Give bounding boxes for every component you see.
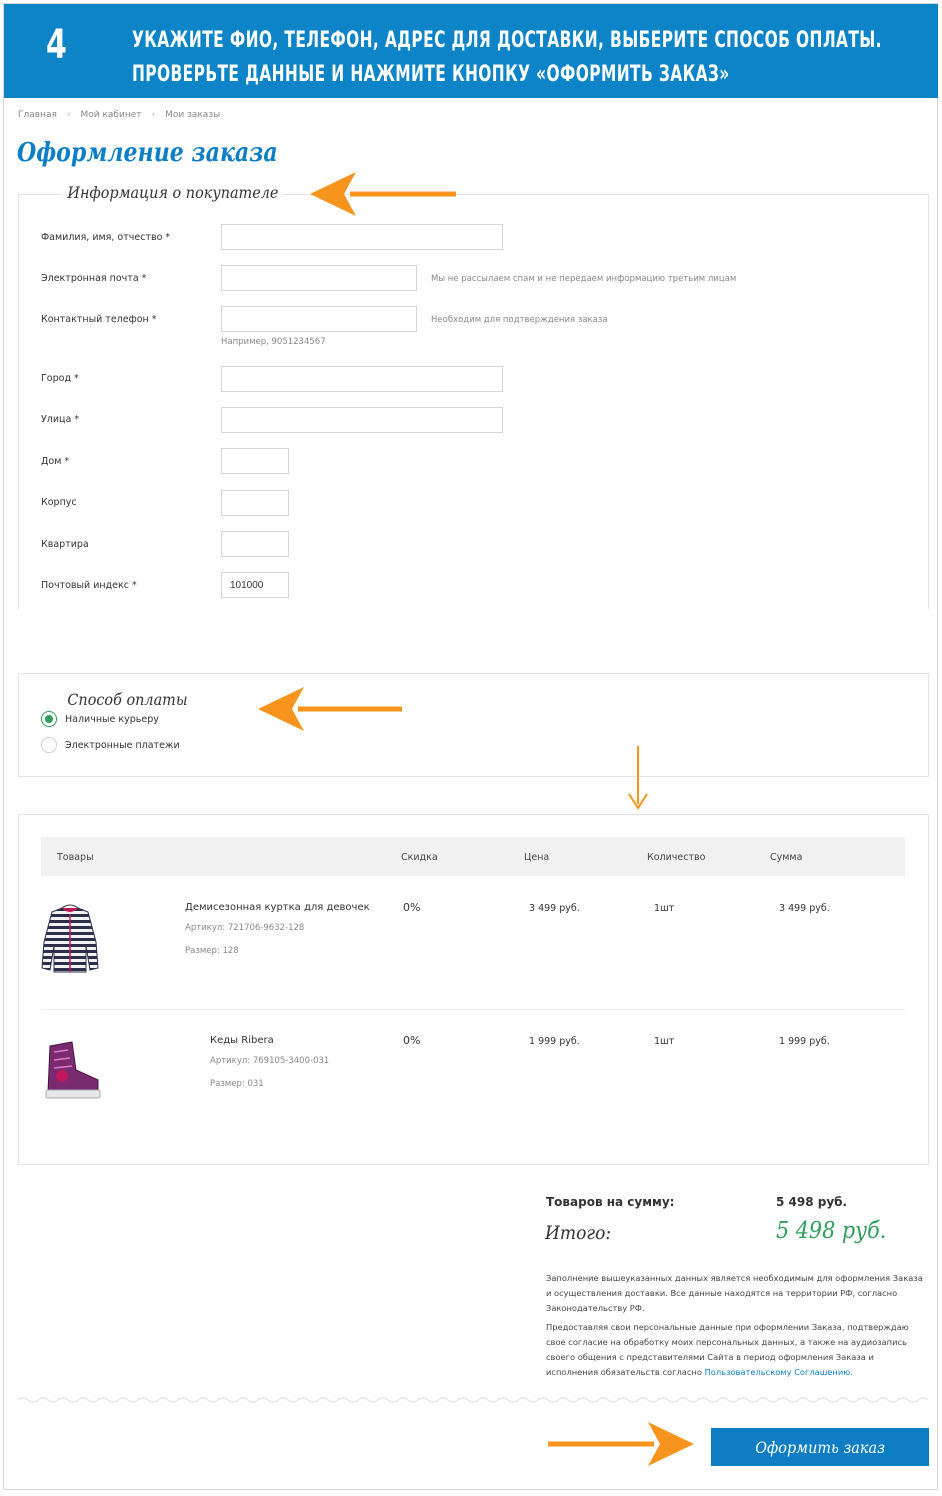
street-input[interactable] bbox=[221, 407, 503, 433]
street-label: Улица * bbox=[41, 414, 80, 425]
payment-legend: Способ оплаты bbox=[62, 690, 193, 709]
arrow-down-icon bbox=[628, 746, 648, 810]
city-label: Город * bbox=[41, 373, 79, 384]
arrow-right-icon bbox=[548, 1422, 694, 1466]
phone-label: Контактный телефон * bbox=[41, 314, 157, 325]
submit-order-button[interactable]: Оформить заказ bbox=[711, 1428, 929, 1466]
payment-cash-label[interactable]: Наличные курьеру bbox=[65, 714, 159, 725]
phone-example: Например, 9051234567 bbox=[221, 337, 326, 347]
arrow-left-icon bbox=[258, 687, 402, 731]
instruction-banner: 4 УКАЖИТЕ ФИО, ТЕЛЕФОН, АДРЕС ДЛЯ ДОСТАВ… bbox=[4, 4, 938, 98]
header-price: Цена bbox=[524, 852, 550, 863]
header-quantity: Количество bbox=[647, 852, 706, 863]
product-sku: Артикул: 721706-9632-128 bbox=[185, 923, 305, 933]
breadcrumb-separator-icon: › bbox=[151, 110, 156, 120]
instruction-line-2: ПРОВЕРЬТЕ ДАННЫЕ И НАЖМИТЕ КНОПКУ «ОФОРМ… bbox=[132, 62, 730, 87]
email-hint: Мы не рассылаем спам и не передаем инфор… bbox=[431, 274, 737, 284]
email-input[interactable] bbox=[221, 265, 417, 291]
phone-hint: Необходим для подтверждения заказа bbox=[431, 315, 608, 325]
striped-jacket-icon bbox=[41, 904, 99, 973]
arrow-left-icon bbox=[310, 172, 456, 216]
product-price: 1 999 руб. bbox=[529, 1036, 580, 1047]
header-products: Товары bbox=[57, 852, 94, 863]
flat-label: Квартира bbox=[41, 539, 89, 550]
house-label: Дом * bbox=[41, 456, 70, 467]
building-input[interactable] bbox=[221, 490, 289, 516]
payment-online-radio[interactable] bbox=[41, 737, 57, 753]
product-discount: 0% bbox=[403, 1034, 421, 1047]
instruction-line-1: УКАЖИТЕ ФИО, ТЕЛЕФОН, АДРЕС ДЛЯ ДОСТАВКИ… bbox=[132, 28, 882, 53]
fio-label: Фамилия, имя, отчество * bbox=[41, 232, 171, 243]
grand-total-label: Итого: bbox=[545, 1222, 612, 1244]
fio-input[interactable] bbox=[221, 224, 503, 250]
items-total-value: 5 498 руб. bbox=[776, 1195, 848, 1209]
header-discount: Скидка bbox=[401, 852, 438, 863]
breadcrumb-separator-icon: › bbox=[66, 110, 71, 120]
payment-online-label[interactable]: Электронные платежи bbox=[65, 740, 180, 751]
payment-cash-radio[interactable] bbox=[41, 711, 57, 727]
building-label: Корпус bbox=[41, 497, 77, 508]
buyer-info-section bbox=[18, 194, 929, 610]
wavy-divider bbox=[18, 1397, 928, 1403]
step-number: 4 bbox=[46, 22, 67, 68]
city-input[interactable] bbox=[221, 366, 503, 392]
email-label: Электронная почта * bbox=[41, 273, 147, 284]
header-sum: Сумма bbox=[770, 852, 803, 863]
zip-label: Почтовый индекс * bbox=[41, 580, 137, 591]
breadcrumb-orders[interactable]: Мои заказы bbox=[165, 110, 220, 120]
submit-order-label: Оформить заказ bbox=[755, 1437, 885, 1457]
buyer-info-legend: Информация о покупателе bbox=[62, 183, 284, 202]
product-sum: 1 999 руб. bbox=[779, 1036, 830, 1047]
product-size: Размер: 128 bbox=[185, 946, 239, 956]
legal-note-1: Заполнение вышеуказанных данных является… bbox=[546, 1273, 923, 1313]
product-name[interactable]: Кеды Ribera bbox=[210, 1035, 274, 1046]
products-table-header: Товары Скидка Цена Количество Сумма bbox=[41, 837, 905, 876]
product-qty: 1шт bbox=[654, 1036, 675, 1047]
product-discount: 0% bbox=[403, 901, 421, 914]
page-title: Оформление заказа bbox=[17, 138, 278, 168]
breadcrumb-home[interactable]: Главная bbox=[18, 110, 57, 120]
zip-input[interactable] bbox=[221, 572, 289, 598]
purple-sneaker-icon bbox=[45, 1041, 101, 1099]
product-sku: Артикул: 769105-3400-031 bbox=[210, 1056, 330, 1066]
row-divider bbox=[41, 1009, 905, 1010]
items-total-label: Товаров на сумму: bbox=[546, 1195, 675, 1209]
product-qty: 1шт bbox=[654, 903, 675, 914]
breadcrumb-cabinet[interactable]: Мой кабинет bbox=[80, 110, 141, 120]
product-price: 3 499 руб. bbox=[529, 903, 580, 914]
breadcrumb: Главная › Мой кабинет › Мои заказы bbox=[18, 110, 220, 120]
house-input[interactable] bbox=[221, 448, 289, 474]
phone-input[interactable] bbox=[221, 306, 417, 332]
legal-note-2: Предоставляя свои персональные данные пр… bbox=[546, 1320, 926, 1380]
product-size: Размер: 031 bbox=[210, 1079, 264, 1089]
flat-input[interactable] bbox=[221, 531, 289, 557]
grand-total-value: 5 498 руб. bbox=[776, 1218, 887, 1244]
user-agreement-link[interactable]: Пользовательскому Соглашению. bbox=[705, 1367, 853, 1377]
product-name[interactable]: Демисезонная куртка для девочек bbox=[185, 902, 370, 913]
payment-section bbox=[18, 673, 929, 777]
product-sum: 3 499 руб. bbox=[779, 903, 830, 914]
